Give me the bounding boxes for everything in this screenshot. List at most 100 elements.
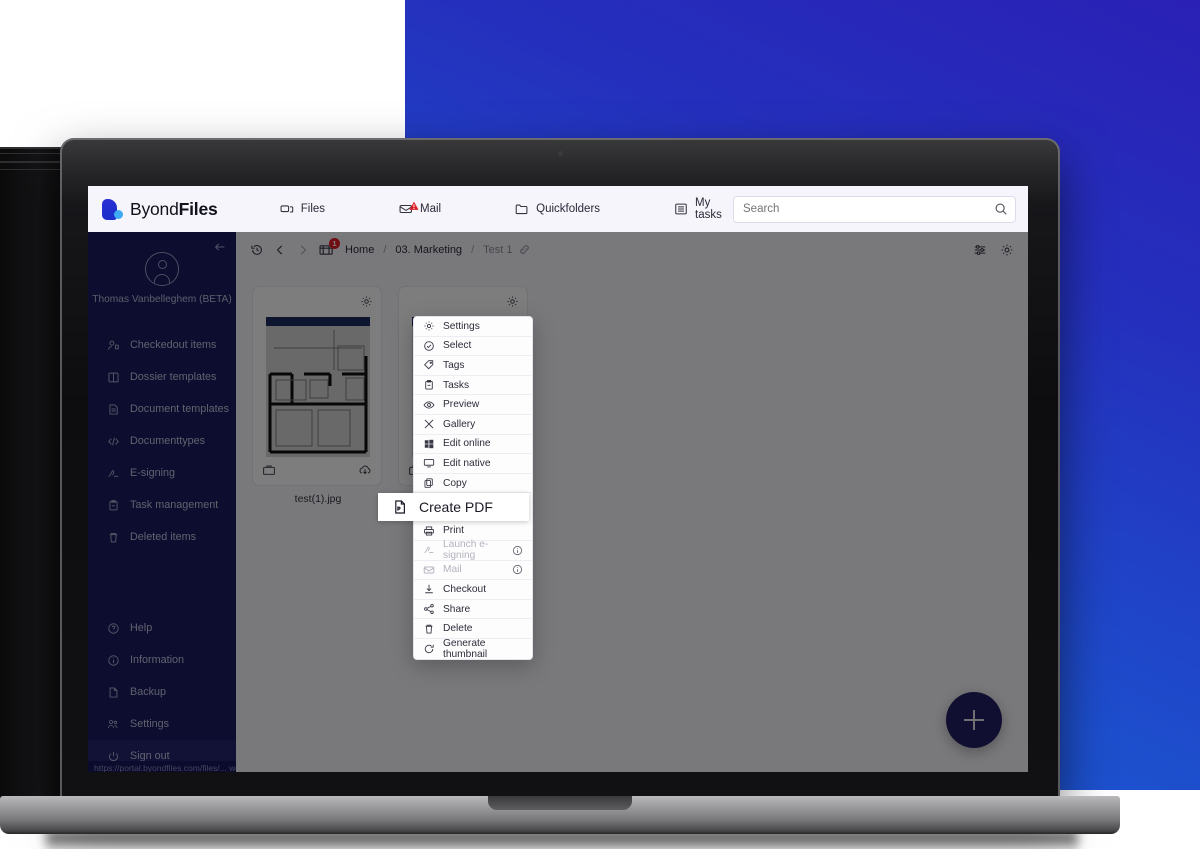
code-icon [107, 435, 120, 448]
file-card-label: test(1).jpg [294, 493, 342, 505]
menu-item-edit-online[interactable]: Edit online [414, 435, 532, 455]
sidebar-user-name: Thomas Vanbelleghem (BETA) [92, 294, 232, 305]
avatar[interactable] [145, 252, 179, 286]
nav-item-quickfolders[interactable]: Quickfolders [509, 186, 606, 232]
sidebar-item-e-signing[interactable]: E-signing [88, 457, 236, 489]
file-thumbnail[interactable] [266, 317, 370, 457]
add-button[interactable] [946, 692, 1002, 748]
app-screen: ByondFiles Files Mail Quickfolders My ta… [88, 186, 1028, 772]
windows-icon [423, 438, 435, 450]
logo-suffix: Files [178, 198, 218, 219]
logo[interactable]: ByondFiles [102, 198, 248, 220]
sidebar-label: Settings [130, 718, 170, 730]
history-icon[interactable] [250, 243, 264, 257]
sidebar-item-settings[interactable]: Settings [88, 708, 236, 740]
clipboard-icon [107, 499, 120, 512]
gallery-icon [423, 418, 435, 430]
info-circle-icon[interactable] [512, 545, 523, 556]
sidebar-item-document-templates[interactable]: Document templates [88, 393, 236, 425]
book-icon [107, 371, 120, 384]
menu-item-tags[interactable]: Tags [414, 356, 532, 376]
file-card[interactable]: test(1).jpg [252, 286, 382, 505]
menu-item-checkout[interactable]: Checkout [414, 580, 532, 600]
chevron-right-icon[interactable] [296, 243, 310, 257]
menu-item-tasks[interactable]: Tasks [414, 376, 532, 396]
gear-icon [423, 320, 435, 332]
signature-icon [107, 467, 120, 480]
search-input[interactable] [733, 195, 1016, 223]
filter-sliders-icon[interactable] [973, 243, 987, 257]
sidebar-item-task-management[interactable]: Task management [88, 489, 236, 521]
menu-item-edit-native[interactable]: Edit native [414, 454, 532, 474]
file-grid: test(1).jpg [236, 268, 1028, 505]
menu-item-select[interactable]: Select [414, 337, 532, 357]
breadcrumb-item-marketing[interactable]: 03. Marketing [395, 244, 462, 256]
sidebar-item-dossier-templates[interactable]: Dossier templates [88, 361, 236, 393]
gear-icon[interactable] [506, 295, 519, 308]
sidebar-item-checkedout-items[interactable]: Checkedout items [88, 329, 236, 361]
info-circle-icon[interactable] [512, 564, 523, 575]
menu-item-settings[interactable]: Settings [414, 317, 532, 337]
nav-label-quickfolders: Quickfolders [536, 203, 601, 215]
info-circle-icon [107, 654, 120, 667]
menu-label: Delete [443, 623, 473, 635]
menu-label: Launch e-signing [443, 539, 489, 562]
file-icon [107, 686, 120, 699]
menu-item-create-pdf[interactable]: Create PDF [378, 493, 529, 522]
breadcrumb-item-home[interactable]: Home [345, 244, 374, 256]
sidebar-menu: Checkedout items Dossier templates Docum [88, 329, 236, 553]
folder-stack-icon[interactable]: 1 [319, 238, 340, 257]
gear-icon[interactable] [360, 295, 373, 308]
briefcase-icon[interactable] [262, 463, 276, 477]
menu-label: Copy [443, 477, 467, 489]
menu-item-gallery[interactable]: Gallery [414, 415, 532, 435]
link-icon[interactable] [518, 243, 532, 257]
nav-label-files: Files [300, 203, 326, 215]
menu-item-generate-thumbnail[interactable]: Generate thumbnail [414, 638, 532, 660]
monitor-icon [423, 457, 435, 469]
breadcrumb-item-test-1[interactable]: Test 1 [483, 244, 512, 256]
files-icon [280, 202, 294, 216]
sidebar-label: Checkedout items [130, 339, 217, 351]
laptop-base [0, 796, 1120, 834]
menu-item-preview[interactable]: Preview [414, 395, 532, 415]
sidebar-item-help[interactable]: Help [88, 612, 236, 644]
arrow-left-icon[interactable] [213, 240, 227, 254]
nav-item-mail[interactable]: Mail [393, 186, 447, 232]
printer-icon [423, 525, 435, 537]
menu-item-share[interactable]: Share [414, 600, 532, 620]
question-circle-icon [107, 622, 120, 635]
sidebar-menu-bottom: Help Information Backup Settings Sign ou… [88, 612, 236, 772]
menu-label: Settings [443, 320, 480, 332]
content-area: 1 Home / 03. Marketing / Test 1 test(1).… [236, 232, 1028, 772]
menu-label: Tasks [443, 379, 470, 391]
menu-label: Edit online [443, 438, 491, 450]
sidebar-label: Deleted items [130, 531, 197, 543]
byondfiles-logo-icon [102, 198, 123, 220]
sidebar-item-backup[interactable]: Backup [88, 676, 236, 708]
screenshot-root: ByondFiles Files Mail Quickfolders My ta… [0, 0, 1200, 849]
menu-label: Select [443, 340, 472, 352]
breadcrumb-separator: / [471, 244, 475, 256]
nav-item-my-tasks[interactable]: My tasks [668, 186, 733, 232]
sidebar-label: Backup [130, 686, 167, 698]
menu-item-copy[interactable]: Copy [414, 474, 532, 494]
menu-item-delete[interactable]: Delete [414, 619, 532, 639]
logo-prefix: Byond [130, 198, 179, 219]
menu-label: Gallery [443, 418, 476, 430]
cloud-download-icon[interactable] [358, 463, 372, 477]
menu-item-print[interactable]: Print [414, 521, 532, 541]
menu-item-mail: Mail [414, 561, 532, 581]
share-icon [423, 603, 435, 615]
sidebar-item-information[interactable]: Information [88, 644, 236, 676]
sidebar-item-documenttypes[interactable]: Documenttypes [88, 425, 236, 457]
search-icon[interactable] [994, 202, 1008, 216]
sidebar-label: Information [130, 654, 185, 666]
chevron-left-icon[interactable] [273, 243, 287, 257]
pdf-icon [392, 499, 408, 515]
sidebar-item-deleted-items[interactable]: Deleted items [88, 521, 236, 553]
nav-item-files[interactable]: Files [274, 186, 331, 232]
clipboard-icon [423, 379, 435, 391]
gear-icon[interactable] [1000, 243, 1014, 257]
menu-label: Tags [443, 359, 465, 371]
